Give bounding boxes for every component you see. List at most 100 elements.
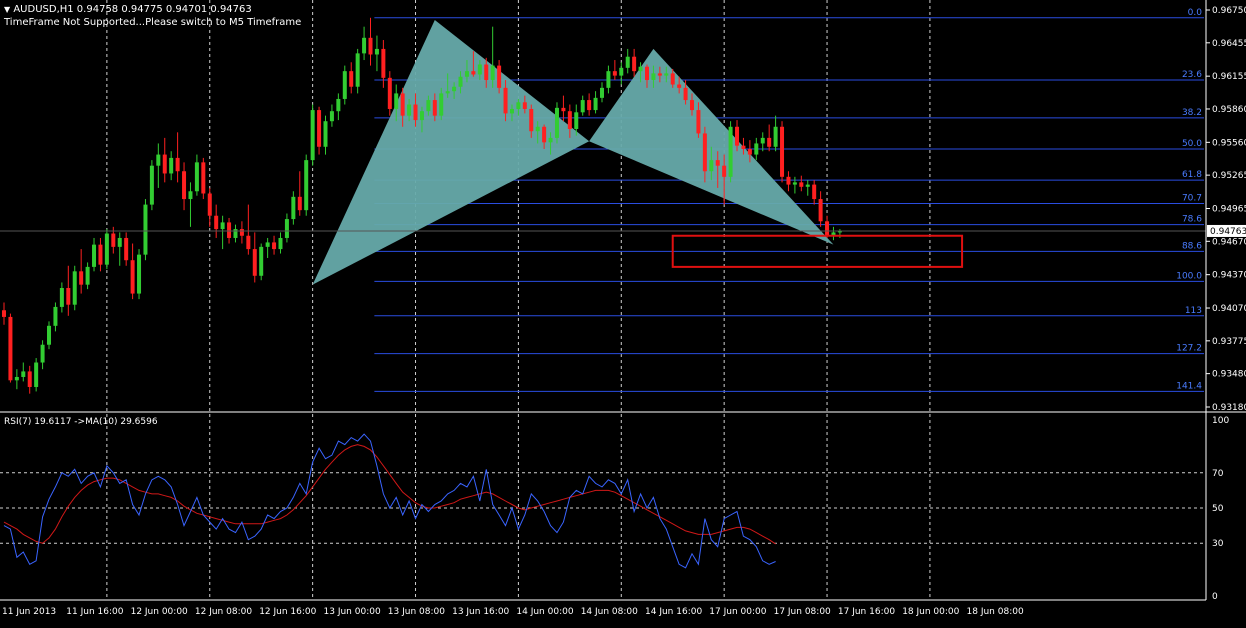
- time-axis-label: 11 Jun 2013: [2, 607, 56, 617]
- candle-body: [792, 182, 797, 185]
- candle-body: [259, 246, 264, 276]
- candle-body: [310, 110, 315, 161]
- price-tick-label: 0.93480: [1212, 370, 1246, 380]
- candle-body: [619, 67, 624, 76]
- price-tick-label: 0.93775: [1212, 337, 1246, 347]
- candle-body: [336, 98, 341, 112]
- fib-level-label: 88.6: [1182, 241, 1202, 251]
- candle-body: [664, 73, 669, 76]
- price-tick-label: 0.96155: [1212, 72, 1246, 82]
- candle-body: [201, 162, 206, 194]
- candle-body: [625, 56, 630, 68]
- time-axis-label: 11 Jun 16:00: [66, 607, 123, 617]
- fib-level-label: 0.0: [1188, 8, 1203, 18]
- candle-body: [760, 137, 765, 144]
- candle-body: [677, 84, 682, 88]
- candle-body: [825, 221, 830, 236]
- price-tick-label: 0.94670: [1212, 237, 1246, 247]
- candle-body: [188, 191, 193, 200]
- candle-body: [503, 87, 508, 114]
- time-axis-label: 14 Jun 08:00: [581, 607, 638, 617]
- candle-body: [516, 102, 521, 109]
- candle-body: [542, 126, 547, 143]
- candle-body: [149, 165, 154, 205]
- fib-level-label: 78.6: [1182, 215, 1202, 225]
- candle-body: [79, 271, 84, 285]
- candle-body: [355, 53, 360, 87]
- time-axis-label: 12 Jun 08:00: [195, 607, 252, 617]
- candle-body: [239, 229, 244, 236]
- candle-body: [387, 77, 392, 109]
- candle-body: [182, 171, 187, 200]
- candle-body: [92, 244, 97, 267]
- candle-body: [773, 126, 778, 147]
- candle-body: [130, 260, 135, 294]
- time-axis-label: 14 Jun 00:00: [516, 607, 573, 617]
- candle-body: [368, 37, 373, 55]
- candle-body: [407, 104, 412, 116]
- candle-body: [220, 222, 225, 230]
- candle-body: [535, 126, 540, 132]
- time-axis-label: 18 Jun 08:00: [967, 607, 1024, 617]
- candle-body: [291, 196, 296, 220]
- candle-body: [214, 215, 219, 230]
- candle-body: [317, 110, 322, 147]
- candle-body: [272, 242, 277, 250]
- candle-body: [34, 362, 39, 387]
- candle-body: [432, 100, 437, 116]
- candle-body: [580, 100, 585, 113]
- candle-body: [362, 37, 367, 54]
- candle-body: [786, 176, 791, 185]
- candle-body: [464, 71, 469, 77]
- candle-body: [767, 137, 772, 147]
- fib-level-label: 38.2: [1182, 108, 1202, 118]
- candle-body: [458, 76, 463, 87]
- candle-body: [59, 288, 64, 307]
- time-axis-label: 18 Jun 00:00: [902, 607, 959, 617]
- time-axis-label: 13 Jun 16:00: [452, 607, 509, 617]
- candle-body: [265, 242, 270, 247]
- time-axis-label: 12 Jun 16:00: [259, 607, 316, 617]
- price-tick-label: 0.95860: [1212, 105, 1246, 115]
- candle-body: [837, 231, 842, 233]
- candle-body: [690, 100, 695, 111]
- candle-body: [85, 266, 90, 285]
- candle-body: [304, 160, 309, 211]
- candle-body: [349, 71, 354, 87]
- price-tick-label: 0.96750: [1212, 6, 1246, 16]
- chart-canvas: 0.0 23.6 38.2 50.0 61.8 70.7 78.6 88.6 100.0 113 1…: [0, 0, 1246, 624]
- candle-body: [471, 71, 476, 75]
- candle-body: [394, 93, 399, 109]
- candle-body: [252, 249, 257, 276]
- candle-body: [612, 71, 617, 76]
- candle-body: [278, 237, 283, 250]
- candle-body: [27, 371, 32, 387]
- candle-body: [818, 199, 823, 222]
- candle-body: [606, 71, 611, 88]
- candle-body: [72, 271, 77, 305]
- candle-body: [400, 93, 405, 116]
- candle-body: [567, 111, 572, 129]
- candle-body: [156, 154, 161, 166]
- candle-body: [722, 165, 727, 177]
- time-axis-label: 17 Jun 08:00: [774, 607, 831, 617]
- rsi-tick-label: 70: [1212, 469, 1224, 479]
- time-axis-label: 17 Jun 16:00: [838, 607, 895, 617]
- candle-body: [683, 87, 688, 101]
- candle-body: [452, 86, 457, 92]
- candle-body: [439, 93, 444, 116]
- candle-body: [445, 91, 450, 94]
- candle-body: [124, 237, 129, 261]
- symbol-quote: AUDUSD,H1 0.94758 0.94775 0.94701 0.9476…: [13, 4, 252, 15]
- collapse-triangle-icon[interactable]: ▼: [4, 5, 10, 14]
- candle-body: [632, 56, 637, 72]
- candle-body: [426, 100, 431, 112]
- candle-body: [137, 254, 142, 294]
- candle-body: [747, 149, 752, 155]
- candle-body: [14, 376, 19, 381]
- candle-body: [599, 87, 604, 98]
- candle-body: [638, 66, 643, 72]
- candle-body: [548, 137, 553, 143]
- fib-level-label: 113: [1185, 306, 1202, 316]
- rsi-tick-label: 30: [1212, 539, 1224, 549]
